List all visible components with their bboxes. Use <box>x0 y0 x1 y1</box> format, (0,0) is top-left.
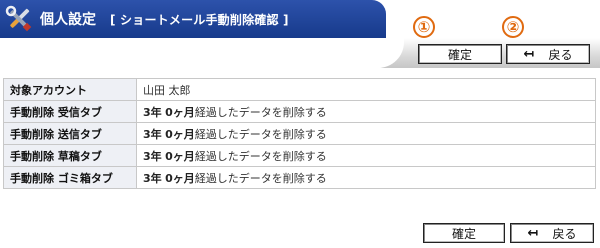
page-subtitle: [ ショートメール手動削除確認 ] <box>110 12 289 27</box>
row-label: 手動削除 ゴミ箱タブ <box>3 166 137 189</box>
tools-icon <box>4 4 34 34</box>
table-row: 手動削除 ゴミ箱タブ 3年 0ヶ月経過したデータを削除する <box>3 166 596 189</box>
row-text: 経過したデータを削除する <box>194 127 327 141</box>
row-value: 3年 0ヶ月経過したデータを削除する <box>136 122 596 145</box>
years-value: 3年 <box>143 149 162 163</box>
page-header: 個人設定 [ ショートメール手動削除確認 ] <box>0 0 372 38</box>
table-row: 対象アカウント 山田 太郎 <box>3 78 596 101</box>
row-text: 経過したデータを削除する <box>194 171 327 185</box>
back-button-top-label: 戻る <box>548 47 573 62</box>
confirm-button-top[interactable]: 確定 <box>418 44 502 64</box>
months-value: 0ヶ月 <box>165 171 195 185</box>
settings-table: 対象アカウント 山田 太郎 手動削除 受信タブ 3年 0ヶ月経過したデータを削除… <box>3 78 596 189</box>
row-label: 手動削除 草稿タブ <box>3 144 137 167</box>
back-button-bottom-label: 戻る <box>552 226 577 241</box>
row-value: 3年 0ヶ月経過したデータを削除する <box>136 166 596 189</box>
account-name: 山田 太郎 <box>136 78 596 101</box>
confirm-button-top-label: 確定 <box>447 47 472 62</box>
header-corner <box>372 0 386 38</box>
years-value: 3年 <box>143 105 162 119</box>
confirm-button-bottom[interactable]: 確定 <box>423 223 505 243</box>
table-row: 手動削除 草稿タブ 3年 0ヶ月経過したデータを削除する <box>3 144 596 167</box>
back-arrow-icon: ↤ <box>527 225 539 241</box>
months-value: 0ヶ月 <box>165 105 195 119</box>
row-value: 3年 0ヶ月経過したデータを削除する <box>136 100 596 123</box>
back-arrow-icon: ↤ <box>523 46 535 62</box>
confirm-button-bottom-label: 確定 <box>451 226 476 241</box>
years-value: 3年 <box>143 171 162 185</box>
table-row: 手動削除 受信タブ 3年 0ヶ月経過したデータを削除する <box>3 100 596 123</box>
back-button-top[interactable]: ↤ 戻る <box>506 44 590 64</box>
toolbar-cutout <box>0 38 404 68</box>
annotation-marker-1: ① <box>413 16 435 38</box>
years-value: 3年 <box>143 127 162 141</box>
page-title: 個人設定 <box>40 12 96 28</box>
table-row: 手動削除 送信タブ 3年 0ヶ月経過したデータを削除する <box>3 122 596 145</box>
months-value: 0ヶ月 <box>165 149 195 163</box>
row-value: 3年 0ヶ月経過したデータを削除する <box>136 144 596 167</box>
row-label: 対象アカウント <box>3 78 137 101</box>
row-label: 手動削除 送信タブ <box>3 122 137 145</box>
months-value: 0ヶ月 <box>165 127 195 141</box>
row-label: 手動削除 受信タブ <box>3 100 137 123</box>
row-text: 経過したデータを削除する <box>194 105 327 119</box>
annotation-marker-2: ② <box>502 16 524 38</box>
back-button-bottom[interactable]: ↤ 戻る <box>510 223 594 243</box>
row-text: 経過したデータを削除する <box>194 149 327 163</box>
